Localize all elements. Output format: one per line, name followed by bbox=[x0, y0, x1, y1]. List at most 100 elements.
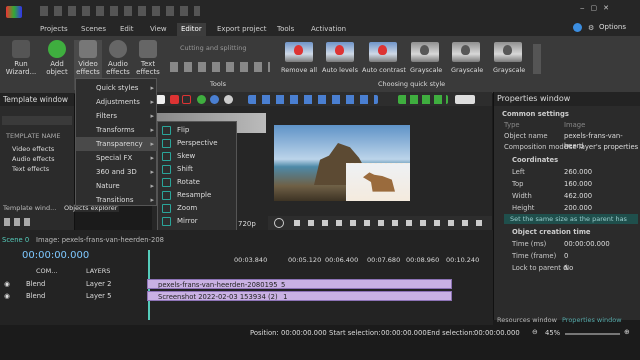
chevron-right-icon: ▸ bbox=[150, 140, 154, 148]
timeline-toolbar[interactable] bbox=[4, 218, 34, 226]
same-size-as-parent-button[interactable]: Set the same size as the parent has bbox=[504, 214, 638, 224]
submenu-item-resample[interactable]: Resample bbox=[158, 189, 238, 202]
tab-template-window[interactable]: Template wind... bbox=[3, 204, 56, 212]
chevron-right-icon: ▸ bbox=[150, 98, 154, 106]
submenu-item-label: Skew bbox=[177, 152, 196, 160]
submenu-item-label: Zoom bbox=[177, 204, 198, 212]
styles-scroll[interactable] bbox=[533, 44, 541, 74]
tab-tools[interactable]: Tools bbox=[277, 23, 294, 36]
menu-item-transparency[interactable]: Transparency ▸ bbox=[76, 137, 158, 151]
zoom-out-icon[interactable]: ⊖ bbox=[532, 328, 538, 336]
clip-screenshot[interactable]: Screenshot 2022-02-03 153934 (2)_ 1 bbox=[147, 291, 452, 301]
menu-item-quick-styles[interactable]: Quick styles ▸ bbox=[76, 81, 158, 95]
blend-mode[interactable]: Blend bbox=[26, 279, 45, 289]
style-thumb-remove-all[interactable] bbox=[285, 42, 313, 62]
clock-icon[interactable] bbox=[274, 218, 284, 228]
tab-properties-window[interactable]: Properties window bbox=[562, 316, 622, 324]
zoom-in-icon[interactable]: ⊕ bbox=[624, 328, 630, 336]
prop-height[interactable]: Height 200.000 bbox=[494, 203, 640, 213]
tool-icons[interactable] bbox=[170, 62, 270, 72]
tab-activation[interactable]: Activation bbox=[311, 23, 346, 36]
submenu-item-skew[interactable]: Skew bbox=[158, 150, 238, 163]
delete-icon[interactable] bbox=[170, 95, 179, 104]
menu-item-label: Filters bbox=[96, 112, 117, 120]
submenu-item-perspective[interactable]: Perspective bbox=[158, 137, 238, 150]
template-search[interactable] bbox=[2, 116, 72, 125]
rotate-icon[interactable] bbox=[210, 95, 219, 104]
style-thumb-grayscale-2[interactable] bbox=[452, 42, 480, 62]
menu-item-adjustments[interactable]: Adjustments ▸ bbox=[76, 95, 158, 109]
creation-time-header[interactable]: Object creation time bbox=[494, 227, 640, 237]
undo-icon[interactable] bbox=[197, 95, 206, 104]
submenu-item-rotate[interactable]: Rotate bbox=[158, 176, 238, 189]
prop-top[interactable]: Top 160.000 bbox=[494, 179, 640, 189]
run-wizard-button[interactable]: Run Wizard... bbox=[4, 40, 38, 76]
submenu-item-shift[interactable]: Shift bbox=[158, 163, 238, 176]
prop-time-frame[interactable]: Time (frame) 0 bbox=[494, 251, 640, 261]
prop-width[interactable]: Width 462.000 bbox=[494, 191, 640, 201]
cancel-icon[interactable] bbox=[182, 95, 191, 104]
transform-icon bbox=[162, 152, 171, 161]
tab-editor[interactable]: Editor bbox=[177, 23, 206, 36]
tree-item-audio-effects[interactable]: Audio effects bbox=[12, 155, 55, 163]
style-thumb-grayscale-3[interactable] bbox=[494, 42, 522, 62]
help-icon[interactable] bbox=[573, 23, 582, 32]
prop-type: Type Image bbox=[504, 121, 586, 129]
tab-image-object[interactable]: Image: pexels-frans-van-heerden-208 bbox=[36, 236, 164, 244]
prop-left[interactable]: Left 260.000 bbox=[494, 167, 640, 177]
tab-resources-window[interactable]: Resources window bbox=[497, 316, 557, 324]
camel-image-layer[interactable] bbox=[346, 163, 410, 201]
style-thumb-auto-levels[interactable] bbox=[326, 42, 354, 62]
menu-item-special-fx[interactable]: Special FX ▸ bbox=[76, 151, 158, 165]
audio-effects-button[interactable]: Audio effects bbox=[104, 40, 132, 76]
tree-item-text-effects[interactable]: Text effects bbox=[12, 165, 49, 173]
eye-icon[interactable]: ◉ bbox=[4, 279, 10, 289]
tab-projects[interactable]: Projects bbox=[40, 23, 68, 36]
eye-icon[interactable]: ◉ bbox=[4, 291, 10, 301]
zoom-slider[interactable] bbox=[565, 333, 620, 335]
coordinates-header[interactable]: Coordinates bbox=[494, 155, 640, 165]
tab-view[interactable]: View bbox=[150, 23, 167, 36]
add-object-button[interactable]: Add object bbox=[42, 40, 72, 76]
prop-object-name[interactable]: Object name pexels-frans-van-heerd bbox=[494, 131, 640, 150]
prop-lock-to-parent[interactable]: Lock to parent d No bbox=[494, 263, 640, 273]
playback-controls[interactable] bbox=[294, 220, 484, 226]
submenu-item-flip[interactable]: Flip bbox=[158, 124, 238, 137]
preview-canvas[interactable] bbox=[274, 125, 410, 201]
move-icons[interactable] bbox=[398, 95, 448, 104]
align-icons[interactable] bbox=[248, 95, 378, 104]
common-settings-header[interactable]: Common settings bbox=[494, 109, 640, 119]
quick-access-icons[interactable] bbox=[40, 6, 200, 16]
menu-item-360-and-3d[interactable]: 360 and 3D ▸ bbox=[76, 165, 158, 179]
submenu-item-zoom[interactable]: Zoom bbox=[158, 202, 238, 215]
tree-item-video-effects[interactable]: Video effects bbox=[12, 145, 54, 153]
tab-edit[interactable]: Edit bbox=[120, 23, 134, 36]
menu-item-transforms[interactable]: Transforms ▸ bbox=[76, 123, 158, 137]
style-thumb-auto-contrast[interactable] bbox=[369, 42, 397, 62]
track-row[interactable]: ◉ Blend Layer 5 bbox=[0, 291, 145, 301]
style-label: Grayscale bbox=[410, 66, 443, 74]
menu-item-filters[interactable]: Filters ▸ bbox=[76, 109, 158, 123]
menu-item-nature[interactable]: Nature ▸ bbox=[76, 179, 158, 193]
options-link[interactable]: Options bbox=[599, 23, 626, 31]
template-name-header: TEMPLATE NAME bbox=[6, 132, 61, 140]
redo-icon[interactable] bbox=[224, 95, 233, 104]
tab-scene-0[interactable]: Scene 0 bbox=[2, 236, 29, 244]
tab-export-project[interactable]: Export project bbox=[217, 23, 266, 36]
layers-icon[interactable] bbox=[455, 95, 475, 104]
track-row[interactable]: ◉ Blend Layer 2 bbox=[0, 279, 145, 289]
prop-time-ms[interactable]: Time (ms) 00:00:00.000 bbox=[494, 239, 640, 249]
style-label: Auto levels bbox=[322, 66, 359, 74]
menu-item-transitions[interactable]: Transitions ▸ bbox=[76, 193, 158, 207]
submenu-item-mirror[interactable]: Mirror bbox=[158, 215, 238, 228]
cutting-splitting-label[interactable]: Cutting and splitting bbox=[180, 44, 246, 52]
zoom-label[interactable]: 720p bbox=[238, 220, 256, 228]
style-thumb-grayscale-1[interactable] bbox=[411, 42, 439, 62]
gear-icon[interactable]: ⚙ bbox=[588, 24, 594, 32]
prop-composition-mode[interactable]: Composition mode Use layer's properties bbox=[494, 142, 640, 152]
clip-pexels[interactable]: pexels-frans-van-heerden-2080195_5 bbox=[147, 279, 452, 289]
text-effects-button[interactable]: Text effects bbox=[134, 40, 162, 76]
tab-scenes[interactable]: Scenes bbox=[81, 23, 106, 36]
blend-mode[interactable]: Blend bbox=[26, 291, 45, 301]
window-controls[interactable]: ‒▢✕ bbox=[580, 4, 615, 12]
